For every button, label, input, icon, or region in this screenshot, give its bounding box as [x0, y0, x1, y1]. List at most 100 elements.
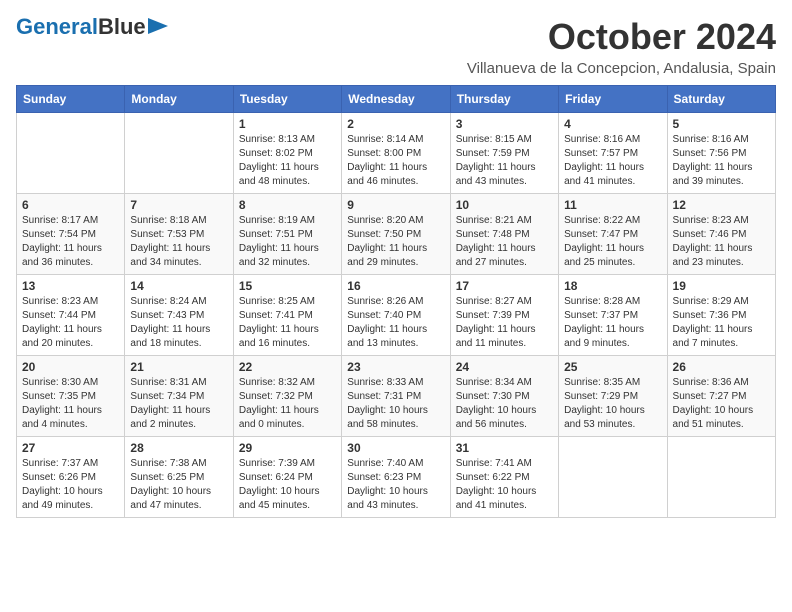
calendar-cell [125, 113, 233, 194]
calendar-cell: 27 Sunrise: 7:37 AM Sunset: 6:26 PM Dayli… [17, 437, 125, 518]
day-info: Sunrise: 8:23 AM Sunset: 7:46 PM Dayligh… [673, 214, 770, 270]
day-info: Sunrise: 7:37 AM Sunset: 6:26 PM Dayligh… [22, 457, 119, 513]
calendar-cell: 31 Sunrise: 7:41 AM Sunset: 6:22 PM Dayli… [450, 437, 558, 518]
calendar-week-1: 1Sunrise: 8:13 AM Sunset: 8:02 PM Daylig… [17, 113, 776, 194]
day-info: Sunrise: 8:16 AM Sunset: 7:56 PM Dayligh… [673, 133, 770, 189]
day-number: 16 [347, 279, 444, 293]
day-number: 3 [456, 117, 553, 131]
day-number: 31 [456, 441, 553, 455]
calendar-cell: 4 Sunrise: 8:16 AM Sunset: 7:57 PM Daylig… [559, 113, 667, 194]
day-number: 7 [130, 198, 227, 212]
title-section: October 2024 Villanueva de la Concepcion… [467, 16, 776, 77]
day-number: 18 [564, 279, 661, 293]
day-number: 15 [239, 279, 336, 293]
calendar-week-3: 13 Sunrise: 8:23 AM Sunset: 7:44 PM Dayli… [17, 275, 776, 356]
day-info: Sunrise: 8:36 AM Sunset: 7:27 PM Dayligh… [673, 376, 770, 432]
day-number: 8 [239, 198, 336, 212]
day-info: Sunrise: 7:41 AM Sunset: 6:22 PM Dayligh… [456, 457, 553, 513]
day-number: 11 [564, 198, 661, 212]
calendar-header-row: SundayMondayTuesdayWednesdayThursdayFrid… [17, 86, 776, 113]
day-info: Sunrise: 8:18 AM Sunset: 7:53 PM Dayligh… [130, 214, 227, 270]
calendar-cell: 2 Sunrise: 8:14 AM Sunset: 8:00 PM Daylig… [342, 113, 450, 194]
page-header: GeneralBlue October 2024 Villanueva de l… [16, 16, 776, 77]
day-info: Sunrise: 8:21 AM Sunset: 7:48 PM Dayligh… [456, 214, 553, 270]
day-number: 27 [22, 441, 119, 455]
day-info: Sunrise: 8:17 AM Sunset: 7:54 PM Dayligh… [22, 214, 119, 270]
calendar-cell [667, 437, 775, 518]
day-info: Sunrise: 8:33 AM Sunset: 7:31 PM Dayligh… [347, 376, 444, 432]
day-info: Sunrise: 8:32 AM Sunset: 7:32 PM Dayligh… [239, 376, 336, 432]
day-header-wednesday: Wednesday [342, 86, 450, 113]
day-header-sunday: Sunday [17, 86, 125, 113]
logo: GeneralBlue [16, 16, 170, 38]
calendar-cell: 1Sunrise: 8:13 AM Sunset: 8:02 PM Daylig… [233, 113, 341, 194]
calendar-cell: 22 Sunrise: 8:32 AM Sunset: 7:32 PM Dayli… [233, 356, 341, 437]
day-info: Sunrise: 8:24 AM Sunset: 7:43 PM Dayligh… [130, 295, 227, 351]
calendar-cell: 6Sunrise: 8:17 AM Sunset: 7:54 PM Daylig… [17, 194, 125, 275]
calendar-cell: 24 Sunrise: 8:34 AM Sunset: 7:30 PM Dayli… [450, 356, 558, 437]
day-number: 26 [673, 360, 770, 374]
calendar-cell: 19 Sunrise: 8:29 AM Sunset: 7:36 PM Dayli… [667, 275, 775, 356]
calendar-week-2: 6Sunrise: 8:17 AM Sunset: 7:54 PM Daylig… [17, 194, 776, 275]
day-info: Sunrise: 8:27 AM Sunset: 7:39 PM Dayligh… [456, 295, 553, 351]
location-subtitle: Villanueva de la Concepcion, Andalusia, … [467, 60, 776, 77]
calendar-cell: 28 Sunrise: 7:38 AM Sunset: 6:25 PM Dayli… [125, 437, 233, 518]
day-number: 13 [22, 279, 119, 293]
day-number: 4 [564, 117, 661, 131]
day-info: Sunrise: 8:23 AM Sunset: 7:44 PM Dayligh… [22, 295, 119, 351]
day-info: Sunrise: 8:31 AM Sunset: 7:34 PM Dayligh… [130, 376, 227, 432]
calendar-cell: 9 Sunrise: 8:20 AM Sunset: 7:50 PM Daylig… [342, 194, 450, 275]
calendar-cell: 12 Sunrise: 8:23 AM Sunset: 7:46 PM Dayli… [667, 194, 775, 275]
day-number: 25 [564, 360, 661, 374]
day-number: 17 [456, 279, 553, 293]
logo-arrow-icon [148, 16, 170, 36]
day-info: Sunrise: 8:28 AM Sunset: 7:37 PM Dayligh… [564, 295, 661, 351]
calendar-cell: 5Sunrise: 8:16 AM Sunset: 7:56 PM Daylig… [667, 113, 775, 194]
calendar-cell: 21 Sunrise: 8:31 AM Sunset: 7:34 PM Dayli… [125, 356, 233, 437]
day-info: Sunrise: 7:38 AM Sunset: 6:25 PM Dayligh… [130, 457, 227, 513]
day-info: Sunrise: 8:20 AM Sunset: 7:50 PM Dayligh… [347, 214, 444, 270]
calendar-cell: 20 Sunrise: 8:30 AM Sunset: 7:35 PM Dayli… [17, 356, 125, 437]
day-number: 20 [22, 360, 119, 374]
day-number: 22 [239, 360, 336, 374]
day-info: Sunrise: 8:30 AM Sunset: 7:35 PM Dayligh… [22, 376, 119, 432]
day-info: Sunrise: 8:35 AM Sunset: 7:29 PM Dayligh… [564, 376, 661, 432]
day-number: 28 [130, 441, 227, 455]
calendar-cell: 10 Sunrise: 8:21 AM Sunset: 7:48 PM Dayli… [450, 194, 558, 275]
day-number: 9 [347, 198, 444, 212]
day-info: Sunrise: 8:22 AM Sunset: 7:47 PM Dayligh… [564, 214, 661, 270]
calendar-cell: 18 Sunrise: 8:28 AM Sunset: 7:37 PM Dayli… [559, 275, 667, 356]
calendar-cell: 30Sunrise: 7:40 AM Sunset: 6:23 PM Dayli… [342, 437, 450, 518]
calendar-cell: 15 Sunrise: 8:25 AM Sunset: 7:41 PM Dayli… [233, 275, 341, 356]
day-info: Sunrise: 8:29 AM Sunset: 7:36 PM Dayligh… [673, 295, 770, 351]
calendar-cell: 23 Sunrise: 8:33 AM Sunset: 7:31 PM Dayli… [342, 356, 450, 437]
day-number: 21 [130, 360, 227, 374]
calendar-cell: 17 Sunrise: 8:27 AM Sunset: 7:39 PM Dayli… [450, 275, 558, 356]
day-number: 23 [347, 360, 444, 374]
day-info: Sunrise: 8:34 AM Sunset: 7:30 PM Dayligh… [456, 376, 553, 432]
calendar-cell: 26 Sunrise: 8:36 AM Sunset: 7:27 PM Dayli… [667, 356, 775, 437]
day-info: Sunrise: 8:15 AM Sunset: 7:59 PM Dayligh… [456, 133, 553, 189]
day-info: Sunrise: 8:26 AM Sunset: 7:40 PM Dayligh… [347, 295, 444, 351]
calendar-cell [559, 437, 667, 518]
calendar-cell: 8Sunrise: 8:19 AM Sunset: 7:51 PM Daylig… [233, 194, 341, 275]
calendar-cell: 7 Sunrise: 8:18 AM Sunset: 7:53 PM Daylig… [125, 194, 233, 275]
day-number: 12 [673, 198, 770, 212]
calendar-cell: 29Sunrise: 7:39 AM Sunset: 6:24 PM Dayli… [233, 437, 341, 518]
calendar-week-4: 20 Sunrise: 8:30 AM Sunset: 7:35 PM Dayli… [17, 356, 776, 437]
day-number: 2 [347, 117, 444, 131]
day-info: Sunrise: 8:14 AM Sunset: 8:00 PM Dayligh… [347, 133, 444, 189]
day-info: Sunrise: 7:40 AM Sunset: 6:23 PM Dayligh… [347, 457, 444, 513]
day-number: 19 [673, 279, 770, 293]
day-number: 10 [456, 198, 553, 212]
day-header-saturday: Saturday [667, 86, 775, 113]
day-info: Sunrise: 7:39 AM Sunset: 6:24 PM Dayligh… [239, 457, 336, 513]
day-number: 1 [239, 117, 336, 131]
day-info: Sunrise: 8:25 AM Sunset: 7:41 PM Dayligh… [239, 295, 336, 351]
day-header-monday: Monday [125, 86, 233, 113]
month-title: October 2024 [467, 16, 776, 58]
day-number: 14 [130, 279, 227, 293]
day-info: Sunrise: 8:16 AM Sunset: 7:57 PM Dayligh… [564, 133, 661, 189]
calendar-table: SundayMondayTuesdayWednesdayThursdayFrid… [16, 85, 776, 518]
day-number: 24 [456, 360, 553, 374]
